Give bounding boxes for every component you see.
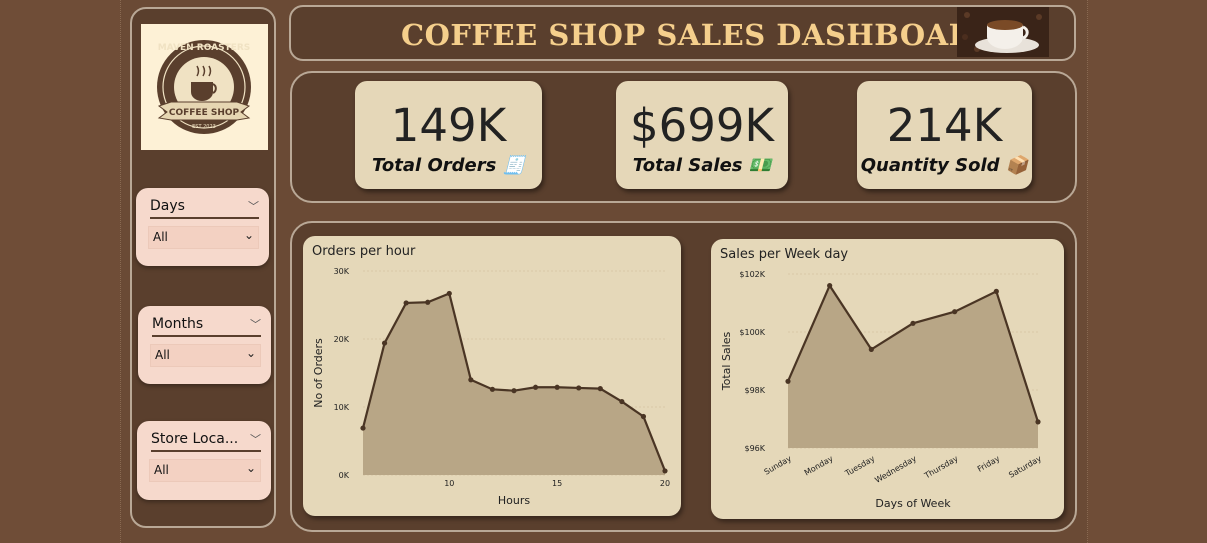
orders-data-point <box>381 340 388 346</box>
chevron-down-icon: ⌄ <box>245 461 256 475</box>
package-icon: 📦 <box>1005 155 1029 176</box>
store-location-dropdown[interactable]: All ⌄ <box>149 459 261 482</box>
x-tick-label: 15 <box>552 479 562 488</box>
x-tick-label: Wednesday <box>873 454 918 485</box>
slicer-divider <box>151 450 261 452</box>
x-tick-label: Sunday <box>763 454 794 477</box>
total-sales-card: $699K Total Sales 💵 <box>616 81 788 189</box>
sales-data-point <box>1035 419 1041 425</box>
orders-data-point <box>425 299 431 305</box>
days-slicer-title: Days <box>150 198 185 214</box>
slicer-divider <box>152 335 261 337</box>
store-location-dropdown-value: All <box>154 463 169 477</box>
store-location-slicer: Store Loca... ﹀ All ⌄ <box>137 421 271 500</box>
total-sales-label: Total Sales 💵 <box>616 155 788 176</box>
x-tick-label: Friday <box>976 454 1002 474</box>
y-tick-label: $96K <box>744 444 765 453</box>
chevron-down-icon: ⌄ <box>243 228 254 242</box>
days-dropdown-value: All <box>153 230 168 244</box>
months-slicer: Months ﹀ All ⌄ <box>138 306 271 384</box>
dashboard-title: COFFEE SHOP SALES DASHBOARD <box>401 18 999 52</box>
money-icon: 💵 <box>748 155 772 176</box>
sales-data-point <box>993 288 999 294</box>
orders-data-point <box>662 468 668 474</box>
sales-per-weekday-card[interactable]: Sales per Week day Total Sales Days of W… <box>711 239 1064 519</box>
sales-data-point <box>952 309 958 315</box>
y-tick-label: 20K <box>334 335 350 344</box>
store-location-slicer-title: Store Loca... <box>151 431 239 447</box>
total-sales-label-text: Total Sales <box>632 155 743 176</box>
orders-y-axis-label: No of Orders <box>312 338 325 408</box>
quantity-sold-label-text: Quantity Sold <box>860 155 1000 176</box>
sales-area <box>788 285 1038 448</box>
orders-data-point <box>532 384 539 390</box>
orders-data-point <box>640 413 647 420</box>
months-dropdown-value: All <box>155 348 170 362</box>
quantity-sold-value: 214K <box>886 99 1003 152</box>
y-tick-label: 10K <box>334 403 350 412</box>
total-sales-value: $699K <box>629 99 775 152</box>
coffee-cup-image <box>957 7 1049 57</box>
logo-name-text: MAVEN ROASTERS <box>158 43 251 53</box>
x-tick-label: Thursday <box>922 454 960 481</box>
x-tick-label: Tuesday <box>843 454 877 479</box>
store-location-slicer-collapse-icon[interactable]: ﹀ <box>250 431 261 447</box>
y-tick-label: $102K <box>739 270 765 279</box>
y-tick-label: 0K <box>339 471 350 480</box>
y-tick-label: $98K <box>744 386 765 395</box>
maven-roasters-logo: MAVEN ROASTERS COFFEE SHOP EST 2023 <box>141 24 268 150</box>
sales-per-weekday-chart: Total Sales Days of Week $96K $98K $100K $1… <box>720 270 1043 510</box>
orders-data-point <box>619 398 625 405</box>
orders-data-point <box>597 386 603 392</box>
orders-data-point <box>446 290 452 297</box>
sales-data-point <box>785 378 791 384</box>
quantity-sold-card: 214K Quantity Sold 📦 <box>857 81 1032 189</box>
x-tick-label: 20 <box>660 479 670 488</box>
sales-x-axis-label: Days of Week <box>875 497 951 510</box>
y-tick-label: 30K <box>334 267 350 276</box>
months-slicer-title: Months <box>152 316 204 332</box>
orders-per-hour-chart: No of Orders Hours 0K 10K 20K 30K 10 15 20 <box>312 267 670 507</box>
sales-data-point <box>910 320 916 326</box>
orders-x-axis-label: Hours <box>498 494 530 507</box>
orders-data-point <box>554 384 560 390</box>
sales-y-axis-label: Total Sales <box>720 332 733 392</box>
days-slicer: Days ﹀ All ⌄ <box>136 188 269 266</box>
orders-data-point <box>403 300 409 306</box>
logo-subtitle-text: COFFEE SHOP <box>169 108 240 118</box>
orders-data-point <box>576 385 582 391</box>
months-slicer-collapse-icon[interactable]: ﹀ <box>250 316 261 332</box>
days-dropdown[interactable]: All ⌄ <box>148 226 259 249</box>
total-orders-value: 149K <box>390 99 507 152</box>
days-slicer-collapse-icon[interactable]: ﹀ <box>248 198 259 214</box>
slicer-divider <box>150 217 259 219</box>
x-tick-label: Monday <box>803 454 835 478</box>
sales-data-point <box>827 283 833 289</box>
orders-data-point <box>489 386 496 392</box>
y-tick-label: $100K <box>739 328 765 337</box>
sales-data-point <box>868 346 874 352</box>
x-tick-label: 10 <box>444 479 454 488</box>
receipt-icon: 🧾 <box>502 155 526 176</box>
total-orders-label: Total Orders 🧾 <box>355 155 542 176</box>
months-dropdown[interactable]: All ⌄ <box>150 344 261 367</box>
chevron-down-icon: ⌄ <box>245 346 256 360</box>
total-orders-label-text: Total Orders <box>371 155 497 176</box>
orders-area <box>363 293 665 475</box>
orders-data-point <box>360 425 366 431</box>
total-orders-card: 149K Total Orders 🧾 <box>355 81 542 189</box>
orders-data-point <box>511 388 517 394</box>
orders-data-point <box>468 377 474 383</box>
x-tick-label: Saturday <box>1007 454 1043 480</box>
quantity-sold-label: Quantity Sold 📦 <box>857 155 1032 176</box>
orders-per-hour-card[interactable]: Orders per hour No of Orders Hours 0K 10K… <box>303 236 681 516</box>
logo-est-text: EST 2023 <box>192 124 216 130</box>
